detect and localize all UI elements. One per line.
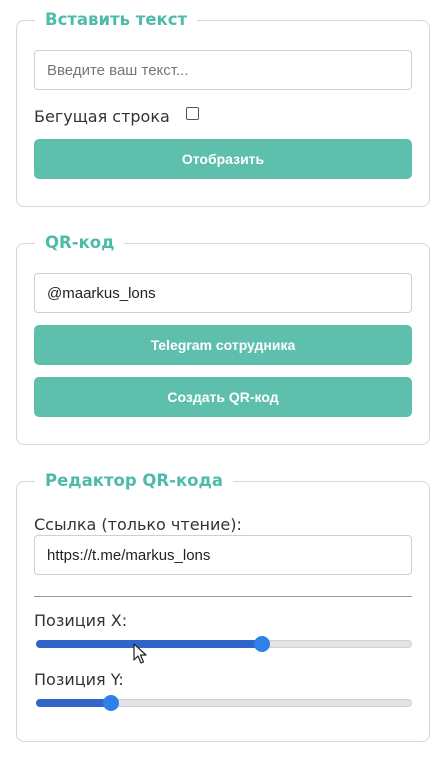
page: Вставить текст Бегущая строка Отобразить…	[0, 0, 448, 764]
position-x-fill	[36, 640, 262, 648]
text-input[interactable]	[34, 50, 412, 90]
position-y-fill	[36, 699, 112, 707]
qr-editor-legend: Редактор QR-кода	[45, 471, 223, 490]
telegram-employee-button[interactable]: Telegram сотрудника	[34, 325, 412, 365]
marquee-label: Бегущая строка	[34, 107, 170, 126]
position-y-label: Позиция Y:	[34, 670, 124, 689]
link-readonly-input[interactable]	[34, 535, 412, 575]
divider	[34, 596, 412, 597]
create-qr-button[interactable]: Создать QR-код	[34, 377, 412, 417]
insert-text-legend: Вставить текст	[45, 10, 188, 29]
position-x-slider[interactable]	[34, 634, 414, 654]
arrow-cursor-icon	[133, 643, 147, 664]
marquee-checkbox[interactable]	[186, 107, 199, 120]
display-button[interactable]: Отобразить	[34, 139, 412, 179]
position-x-thumb[interactable]	[253, 636, 270, 652]
position-y-slider[interactable]	[34, 693, 414, 713]
position-x-label: Позиция X:	[34, 611, 128, 630]
qr-text-input[interactable]	[34, 273, 412, 313]
position-y-thumb[interactable]	[103, 695, 120, 711]
link-label: Ссылка (только чтение):	[34, 515, 242, 534]
qr-code-legend: QR-код	[45, 233, 115, 252]
